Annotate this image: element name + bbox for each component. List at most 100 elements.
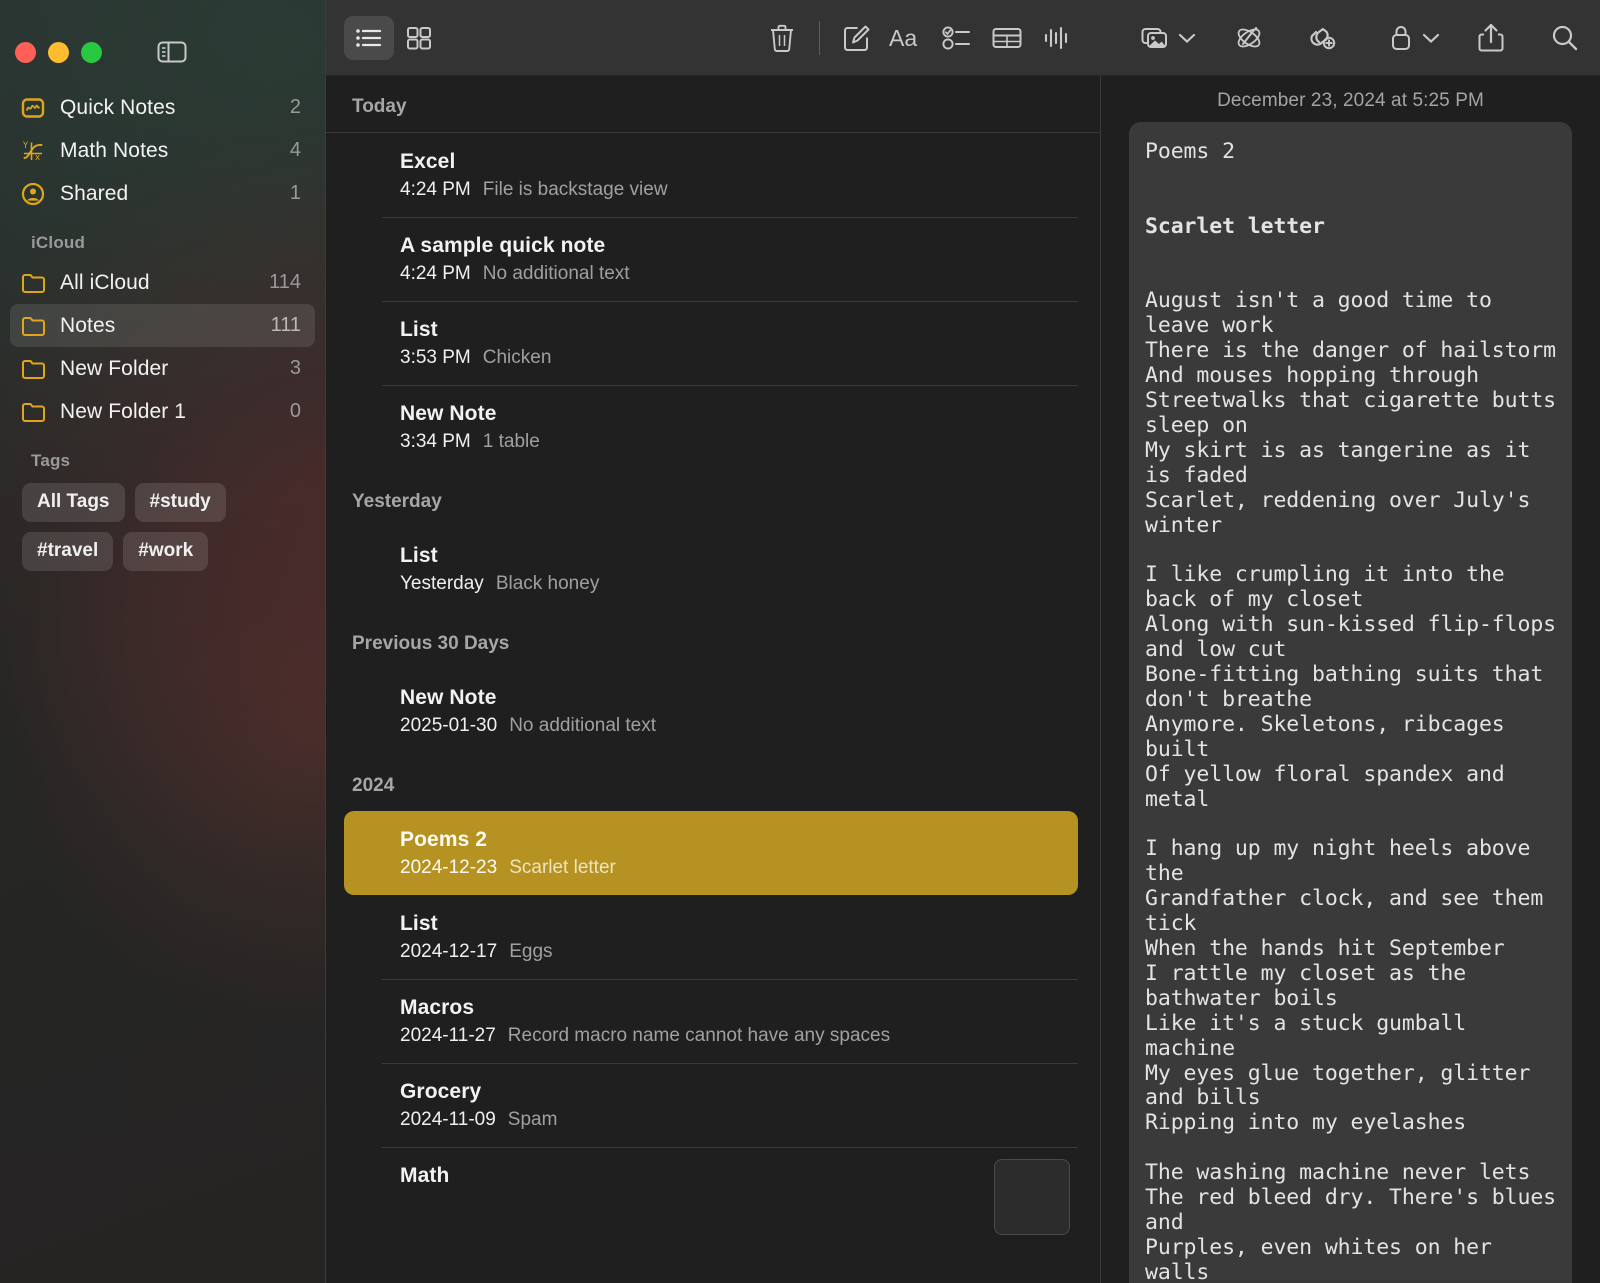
note-title: Macros <box>400 996 475 1019</box>
note-date: 2024-11-27 <box>400 1025 496 1046</box>
checklist-button[interactable] <box>932 16 982 60</box>
tag-all-tags[interactable]: All Tags <box>22 483 125 522</box>
notes-group-header: Previous 30 Days <box>352 633 510 654</box>
close-button[interactable] <box>15 41 36 63</box>
sidebar-item-count: 114 <box>269 271 301 293</box>
note-body-line: Grandfather clock, and see them <box>1145 886 1544 912</box>
compose-note-button[interactable] <box>832 16 882 60</box>
note-list-item[interactable]: A sample quick note 4:24 PM No additiona… <box>344 217 1078 302</box>
note-body-line: and low cut <box>1145 637 1287 663</box>
markup-button[interactable] <box>1224 16 1274 60</box>
tag-work[interactable]: #work <box>123 532 209 571</box>
note-body-line: Streetwalks that cigarette butts <box>1145 388 1557 414</box>
note-body-line: The red bleed dry. There's blues <box>1145 1185 1557 1211</box>
note-body-line: There is the danger of hailstorm <box>1145 338 1557 364</box>
note-content-card[interactable]: Poems 2 Scarlet letter August isn't a go… <box>1129 122 1572 1283</box>
note-date: 2024-11-09 <box>400 1109 496 1130</box>
format-button[interactable]: Aa <box>882 16 932 60</box>
note-body-line: tick <box>1145 911 1197 937</box>
note-title: List <box>400 544 438 567</box>
note-body-line <box>1145 539 1572 564</box>
sidebar-item-count: 3 <box>289 357 301 379</box>
sidebar-item-label: Quick Notes <box>60 95 176 119</box>
table-button[interactable] <box>982 16 1032 60</box>
delete-note-button[interactable] <box>757 16 807 60</box>
notes-list-scroll[interactable]: Today Excel 4:24 PM File is backstage vi… <box>326 76 1100 1283</box>
note-list-item[interactable]: Math <box>344 1147 1078 1235</box>
note-body-line: Of yellow floral spandex and <box>1145 761 1505 787</box>
share-button[interactable] <box>1466 16 1516 60</box>
toolbar-divider <box>819 20 820 55</box>
svg-text:Aa: Aa <box>889 25 917 51</box>
sidebar-item-count: 2 <box>289 96 301 118</box>
note-title: A sample quick note <box>400 234 606 257</box>
toolbar-right-section <box>1100 0 1600 76</box>
note-list-item[interactable]: New Note 2025-01-30 No additional text <box>344 669 1078 753</box>
note-list-item[interactable]: New Note 3:34 PM 1 table <box>344 385 1078 469</box>
gallery-view-button[interactable] <box>394 16 444 60</box>
media-button[interactable] <box>1132 16 1182 60</box>
note-preview: Eggs <box>509 941 553 962</box>
note-preview: No additional text <box>509 715 657 736</box>
note-preview: Chicken <box>482 347 552 368</box>
note-body-line: and bills <box>1145 1085 1261 1111</box>
add-link-button[interactable] <box>1298 16 1348 60</box>
lock-button[interactable] <box>1376 16 1426 60</box>
sidebar-toggle-icon[interactable] <box>156 39 188 65</box>
note-list-item[interactable]: List 3:53 PM Chicken <box>344 301 1078 386</box>
sidebar-item-new-folder-1[interactable]: New Folder 1 0 <box>10 390 315 433</box>
note-list-item[interactable]: List 2024-12-17 Eggs <box>344 895 1078 980</box>
sidebar-item-count: 4 <box>289 139 301 161</box>
svg-text:x: x <box>35 153 40 163</box>
note-meta: 2024-12-23 Scarlet letter <box>400 857 1078 879</box>
sidebar-item-label: New Folder <box>60 356 169 380</box>
note-meta: 2024-11-09 Spam <box>400 1109 1078 1131</box>
search-button[interactable] <box>1540 16 1590 60</box>
notes-group-header: 2024 <box>352 775 395 796</box>
sidebar: Quick Notes 2 Y x Math Notes 4 Shared 1 … <box>0 0 325 1283</box>
note-list-item[interactable]: Excel 4:24 PM File is backstage view <box>344 133 1078 218</box>
note-body-line: back of my closet <box>1145 587 1364 613</box>
note-body-line <box>1145 165 1572 190</box>
note-list-item[interactable]: Grocery 2024-11-09 Spam <box>344 1063 1078 1148</box>
sidebar-item-count: 1 <box>289 182 301 204</box>
note-title: New Note <box>400 402 497 425</box>
note-preview: Record macro name cannot have any spaces <box>507 1025 891 1046</box>
note-body-line: Anymore. Skeletons, ribcages <box>1145 711 1505 737</box>
note-body-line: the <box>1145 861 1184 887</box>
tag-list: All Tags #study #travel #work <box>10 479 310 571</box>
note-editor-pane[interactable]: December 23, 2024 at 5:25 PM Poems 2 Sca… <box>1100 0 1600 1283</box>
note-list-item-selected[interactable]: Poems 2 2024-12-23 Scarlet letter <box>344 811 1078 895</box>
note-title: List <box>400 912 438 935</box>
sidebar-item-quick-notes[interactable]: Quick Notes 2 <box>10 86 315 129</box>
note-meta: Yesterday Black honey <box>400 573 1078 595</box>
chevron-down-icon[interactable] <box>1178 32 1196 44</box>
note-body-line <box>1145 265 1572 290</box>
note-body-line <box>1145 190 1572 215</box>
note-list-item[interactable]: List Yesterday Black honey <box>344 527 1078 611</box>
note-preview: Spam <box>507 1109 558 1130</box>
sidebar-item-all-icloud[interactable]: All iCloud 114 <box>10 261 315 304</box>
chevron-down-icon[interactable] <box>1422 32 1440 44</box>
zoom-button[interactable] <box>81 41 102 63</box>
sidebar-item-notes[interactable]: Notes 111 <box>10 304 315 347</box>
note-title: List <box>400 318 438 341</box>
window-controls <box>0 0 325 76</box>
tag-study[interactable]: #study <box>134 483 226 522</box>
sidebar-item-label: Math Notes <box>60 138 169 162</box>
note-body-line: built <box>1145 736 1210 762</box>
tag-travel[interactable]: #travel <box>22 532 114 571</box>
note-list-item[interactable]: Macros 2024-11-27 Record macro name cann… <box>344 979 1078 1064</box>
notes-group-header: Today <box>352 96 407 117</box>
note-body-line: bathwater boils <box>1145 985 1338 1011</box>
note-body-text[interactable]: Poems 2 Scarlet letter August isn't a go… <box>1129 139 1572 1283</box>
minimize-button[interactable] <box>48 41 69 63</box>
sidebar-item-new-folder[interactable]: New Folder 3 <box>10 347 315 390</box>
sidebar-item-shared[interactable]: Shared 1 <box>10 172 315 215</box>
note-body-line: The washing machine never lets <box>1145 1160 1531 1186</box>
note-body-line: When the hands hit September <box>1145 936 1505 961</box>
list-view-button[interactable] <box>344 15 394 60</box>
audio-button[interactable] <box>1032 16 1082 60</box>
sidebar-item-math-notes[interactable]: Y x Math Notes 4 <box>10 129 315 172</box>
note-preview: No additional text <box>482 263 630 284</box>
